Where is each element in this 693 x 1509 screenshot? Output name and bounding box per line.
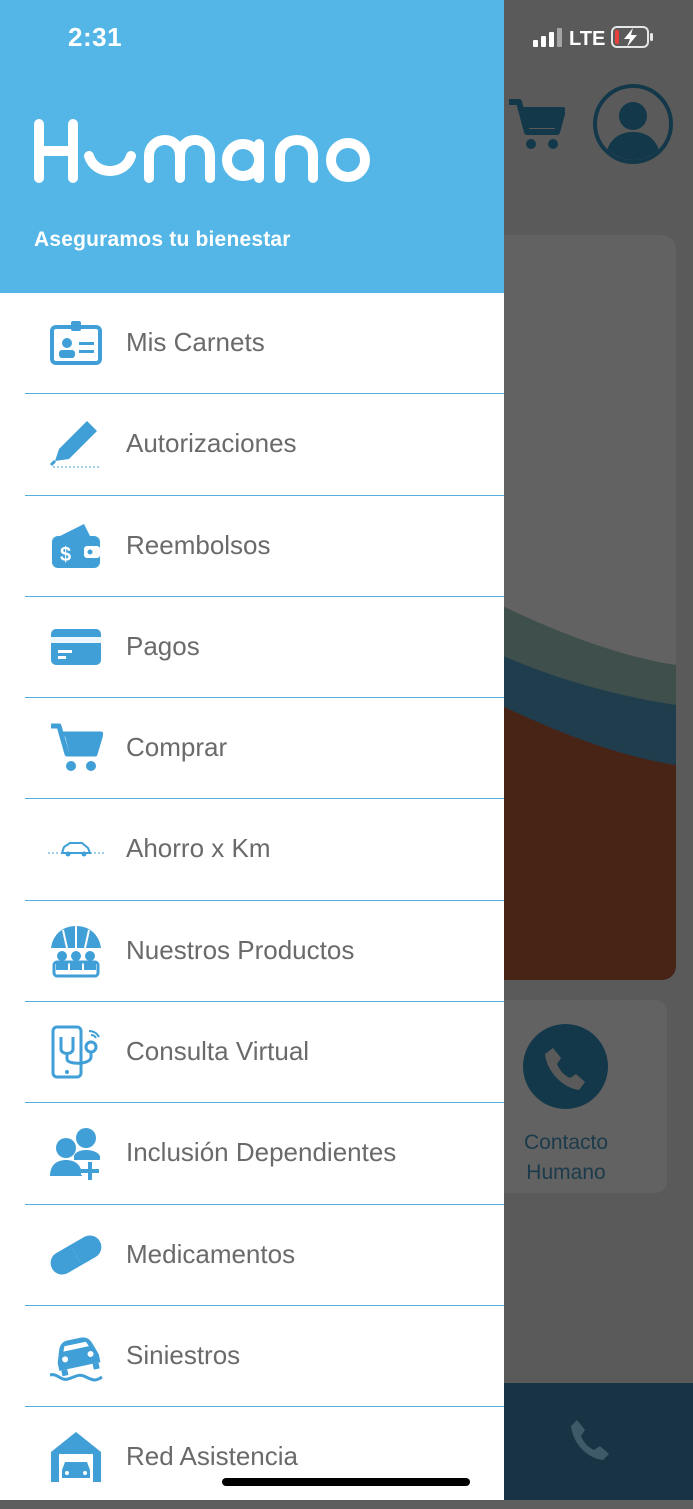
id-card-icon <box>48 315 104 371</box>
add-user-icon <box>48 1125 104 1181</box>
menu-label: Consulta Virtual <box>126 1036 310 1067</box>
pill-icon <box>48 1227 104 1283</box>
menu-item-nuestros-productos[interactable]: Nuestros Productos <box>0 901 504 1003</box>
status-time: 2:31 <box>68 22 123 52</box>
contact-label: Contacto Humano <box>523 1131 609 1184</box>
status-indicators: LTE <box>533 25 655 54</box>
menu-label: Siniestros <box>126 1339 241 1370</box>
menu-item-siniestros[interactable]: Siniestros <box>0 1306 504 1408</box>
menu-item-autorizaciones[interactable]: Autorizaciones <box>0 394 504 496</box>
menu-label: Comprar <box>126 732 228 763</box>
svg-text:$: $ <box>60 544 71 566</box>
menu-label: Red Asistencia <box>126 1441 298 1472</box>
signal-icon <box>533 27 563 52</box>
menu-item-medicamentos[interactable]: Medicamentos <box>0 1205 504 1306</box>
cart-icon[interactable] <box>507 98 566 157</box>
tagline: Aseguramos tu bienestar <box>34 228 291 251</box>
avatar[interactable] <box>593 84 673 164</box>
menu-label: Medicamentos <box>126 1238 296 1269</box>
menu-label: Mis Carnets <box>126 327 265 357</box>
home-indicator <box>222 1478 470 1486</box>
menu-label: Nuestros Productos <box>126 934 355 965</box>
menu-label: Inclusión Dependientes <box>126 1137 397 1168</box>
phone-stethoscope-icon <box>48 1024 104 1080</box>
drawer-menu: Mis Carnets Autorizaciones $ Reembolsos … <box>0 293 504 1509</box>
credit-card-icon <box>48 619 104 675</box>
humano-logo <box>33 118 373 189</box>
network-type: LTE <box>569 27 606 50</box>
umbrella-family-icon <box>48 923 104 979</box>
menu-label: Reembolsos <box>126 529 271 560</box>
menu-label: Autorizaciones <box>126 428 297 459</box>
menu-label: Pagos <box>126 630 200 661</box>
menu-item-consulta-virtual[interactable]: Consulta Virtual <box>0 1002 504 1104</box>
menu-item-pagos[interactable]: Pagos <box>0 597 504 699</box>
garage-icon <box>48 1429 104 1485</box>
menu-item-red-asistencia[interactable]: Red Asistencia <box>0 1407 504 1508</box>
car-accident-icon <box>48 1328 104 1384</box>
phone-icon[interactable] <box>523 1024 608 1109</box>
pen-icon <box>48 416 104 472</box>
menu-item-ahorro-x-km[interactable]: Ahorro x Km <box>0 799 504 901</box>
menu-label: Ahorro x Km <box>126 833 271 864</box>
car-icon <box>48 821 104 877</box>
wallet-icon: $ <box>48 518 104 574</box>
menu-item-reembolsos[interactable]: $ Reembolsos <box>0 496 504 597</box>
menu-item-inclusion-dependientes[interactable]: Inclusión Dependientes <box>0 1103 504 1205</box>
menu-item-comprar[interactable]: Comprar <box>0 698 504 800</box>
battery-charging-icon <box>611 25 655 54</box>
cart-icon <box>48 720 104 776</box>
navigation-drawer: Aseguramos tu bienestar Mis Carnets Auto… <box>0 0 504 1500</box>
background-card <box>480 235 676 980</box>
footer-phone-icon[interactable] <box>571 1416 615 1465</box>
menu-item-mis-carnets[interactable]: Mis Carnets <box>0 293 504 395</box>
